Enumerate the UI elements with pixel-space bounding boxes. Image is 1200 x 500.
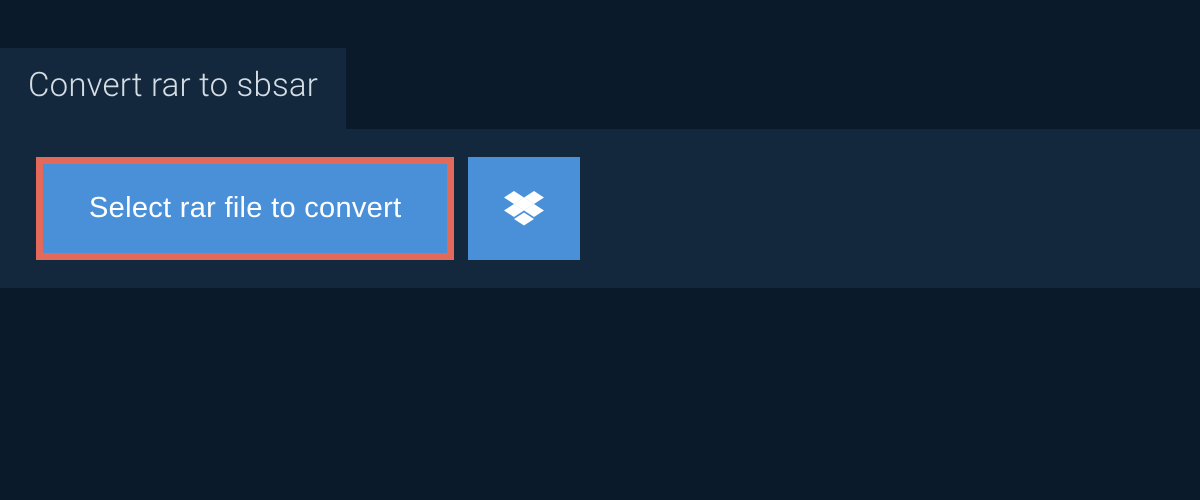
button-row: Select rar file to convert — [36, 157, 580, 260]
header-tab: Convert rar to sbsar — [0, 48, 346, 129]
select-file-highlight: Select rar file to convert — [36, 157, 454, 260]
upload-panel: Select rar file to convert — [0, 129, 1200, 288]
dropbox-button[interactable] — [468, 157, 580, 260]
dropbox-icon — [504, 191, 544, 227]
select-file-label: Select rar file to convert — [89, 192, 401, 225]
select-file-button[interactable]: Select rar file to convert — [43, 164, 447, 253]
page-title: Convert rar to sbsar — [28, 66, 318, 105]
